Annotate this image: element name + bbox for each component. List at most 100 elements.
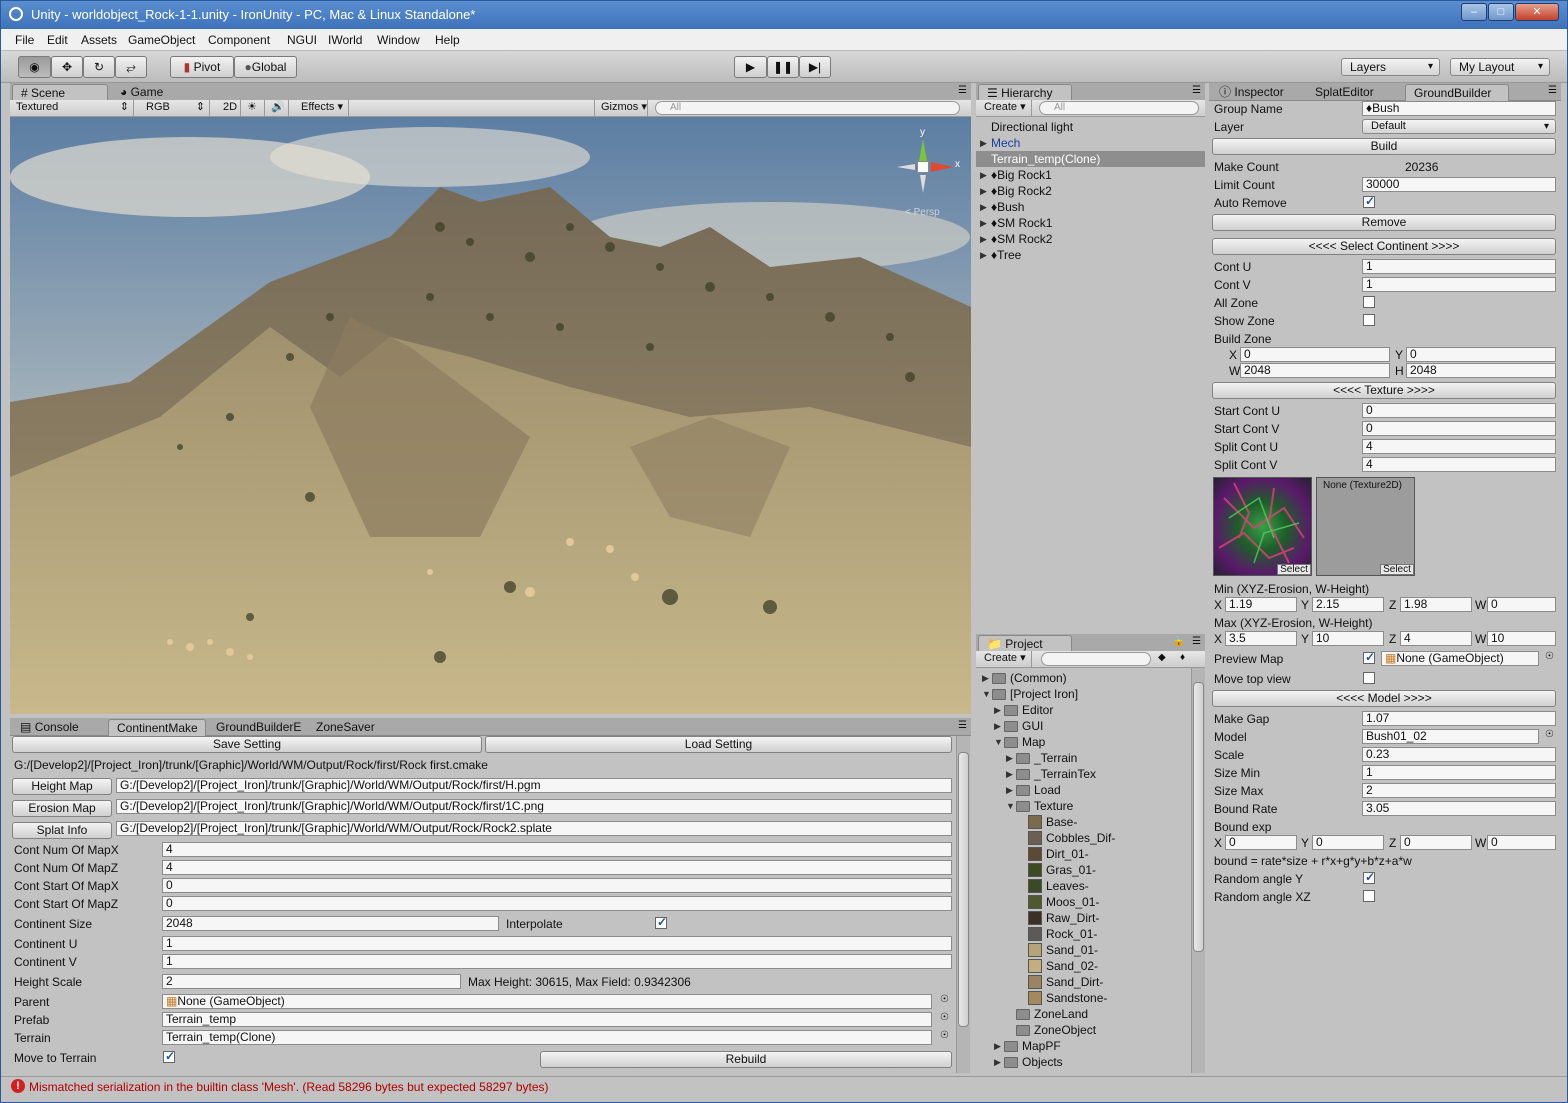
hierarchy-item[interactable]: ▶ ♦Tree (976, 247, 1205, 263)
auto-remove-checkbox[interactable] (1363, 194, 1375, 208)
project-item[interactable]: Raw_Dirt- (976, 910, 1191, 926)
menu-edit[interactable]: Edit (47, 33, 68, 47)
save-setting-button[interactable]: Save Setting (12, 736, 482, 753)
project-search-input[interactable] (1041, 652, 1151, 666)
interpolate-checkbox[interactable] (655, 915, 667, 929)
cont-start-x-field[interactable]: 0 (162, 878, 952, 893)
start-cont-v-field[interactable]: 0 (1362, 421, 1556, 436)
erosion-map-button[interactable]: Erosion Map (12, 800, 112, 817)
project-item[interactable]: ZoneObject (976, 1022, 1191, 1038)
rotate-tool-button[interactable]: ↻ (83, 56, 115, 78)
project-scroll-thumb[interactable] (1193, 682, 1204, 952)
expand-arrow-icon[interactable]: ▶ (982, 673, 989, 684)
layout-dropdown[interactable]: My Layout (1450, 58, 1550, 76)
filter-type-icon[interactable]: ◆ (1158, 652, 1166, 663)
continent-scroll-thumb[interactable] (958, 752, 969, 1027)
project-item[interactable]: ▶ GUI (976, 718, 1191, 734)
height-map-button[interactable]: Height Map (12, 778, 112, 795)
collapse-arrow-icon[interactable]: ▼ (1006, 801, 1015, 811)
make-gap-field[interactable]: 1.07 (1362, 711, 1556, 726)
project-item[interactable]: Rock_01- (976, 926, 1191, 942)
menu-assets[interactable]: Assets (81, 33, 117, 47)
expand-arrow-icon[interactable]: ▶ (994, 1041, 1001, 1052)
menu-help[interactable]: Help (435, 33, 460, 47)
hierarchy-search-input[interactable]: All (1039, 101, 1199, 115)
cont-start-z-field[interactable]: 0 (162, 896, 952, 911)
model-section-button[interactable]: <<<< Model >>>> (1212, 690, 1556, 707)
preview-map-field[interactable]: ▦None (GameObject) (1381, 651, 1539, 666)
hierarchy-item[interactable]: ▶ ♦Big Rock2 (976, 183, 1205, 199)
tab-splat-editor[interactable]: SplatEditor (1307, 84, 1399, 101)
move-top-view-checkbox[interactable] (1363, 672, 1375, 684)
scene-view[interactable]: y x < Persp (10, 117, 971, 714)
start-cont-u-field[interactable]: 0 (1362, 403, 1556, 418)
menu-gameobject[interactable]: GameObject (128, 33, 195, 47)
scale-tool-button[interactable]: ⥂ (115, 56, 147, 78)
min-y-field[interactable]: 2.15 (1312, 597, 1384, 612)
splat-texture-slot[interactable]: Select (1213, 477, 1312, 576)
expand-arrow-icon[interactable]: ▶ (980, 186, 987, 197)
load-setting-button[interactable]: Load Setting (485, 736, 952, 753)
hierarchy-item[interactable]: ▶ Mech (976, 135, 1205, 151)
tab-game[interactable]: ◕ Game (112, 84, 182, 101)
height-map-path-field[interactable]: G:/[Develop2]/[Project_Iron]/trunk/[Grap… (116, 778, 952, 793)
cont-v-field[interactable]: 1 (1362, 277, 1556, 292)
erosion-map-path-field[interactable]: G:/[Develop2]/[Project_Iron]/trunk/[Grap… (116, 799, 952, 814)
menu-iworld[interactable]: IWorld (328, 33, 362, 47)
gizmos-dropdown[interactable]: Gizmos ▾ (594, 100, 648, 116)
size-max-field[interactable]: 2 (1362, 783, 1556, 798)
project-item[interactable]: ▶ Load (976, 782, 1191, 798)
project-item[interactable]: Sand_01- (976, 942, 1191, 958)
continent-u-field[interactable]: 1 (162, 936, 952, 951)
hierarchy-item[interactable]: ▶ ♦Bush (976, 199, 1205, 215)
texture-section-button[interactable]: <<<< Texture >>>> (1212, 382, 1556, 399)
expand-arrow-icon[interactable]: ▶ (994, 1057, 1001, 1068)
expand-arrow-icon[interactable]: ▶ (980, 202, 987, 213)
build-zone-y-field[interactable]: 0 (1406, 347, 1556, 362)
2d-toggle[interactable]: 2D (217, 100, 241, 116)
tab-ground-builder-e[interactable]: GroundBuilderE (208, 719, 306, 736)
project-item[interactable]: Sandstone- (976, 990, 1191, 1006)
expand-arrow-icon[interactable]: ▶ (980, 218, 987, 229)
tab-console[interactable]: ▤ Console (12, 719, 106, 736)
project-item[interactable]: Gras_01- (976, 862, 1191, 878)
menu-window[interactable]: Window (377, 33, 420, 47)
audio-toggle[interactable]: 🔊 (265, 100, 289, 116)
bound-rate-field[interactable]: 3.05 (1362, 801, 1556, 816)
hierarchy-item[interactable]: Terrain_temp(Clone) (976, 151, 1205, 167)
random-angle-y-checkbox[interactable] (1363, 870, 1375, 884)
min-z-field[interactable]: 1.98 (1400, 597, 1472, 612)
minimize-button[interactable]: – (1461, 3, 1487, 21)
lock-icon[interactable]: 🔒 (1173, 636, 1185, 647)
hierarchy-item[interactable]: ▶ ♦SM Rock2 (976, 231, 1205, 247)
project-item[interactable]: Moos_01- (976, 894, 1191, 910)
project-item[interactable]: Leaves- (976, 878, 1191, 894)
object-picker-icon[interactable]: ☉ (940, 1030, 949, 1041)
limit-count-field[interactable]: 30000 (1362, 177, 1556, 192)
hierarchy-item[interactable]: Directional light (976, 119, 1205, 135)
hand-tool-button[interactable]: ◉ (18, 56, 51, 78)
scene-search-input[interactable]: All (655, 101, 960, 115)
menu-file[interactable]: File (15, 33, 34, 47)
texture2d-select-button[interactable]: Select (1380, 564, 1414, 575)
model-field[interactable]: Bush01_02 (1362, 729, 1539, 744)
group-name-field[interactable]: ♦Bush (1362, 101, 1556, 116)
project-item[interactable]: ▼ Map (976, 734, 1191, 750)
expand-arrow-icon[interactable]: ▶ (980, 138, 987, 149)
max-x-field[interactable]: 3.5 (1225, 631, 1297, 646)
continent-scrollbar[interactable] (956, 736, 970, 1073)
expand-arrow-icon[interactable]: ▶ (980, 170, 987, 181)
tab-ground-builder[interactable]: GroundBuilder (1405, 84, 1509, 101)
panel-menu-icon[interactable]: ☰ (958, 85, 967, 96)
project-item[interactable]: Sand_Dirt- (976, 974, 1191, 990)
global-toggle[interactable]: ●Global (234, 56, 297, 78)
expand-arrow-icon[interactable]: ▶ (1006, 785, 1013, 796)
show-zone-checkbox[interactable] (1363, 314, 1375, 326)
bound-exp-y-field[interactable]: 0 (1312, 835, 1384, 850)
menu-component[interactable]: Component (208, 33, 270, 47)
min-x-field[interactable]: 1.19 (1225, 597, 1297, 612)
collapse-arrow-icon[interactable]: ▼ (982, 689, 991, 699)
max-y-field[interactable]: 10 (1312, 631, 1384, 646)
filter-label-icon[interactable]: ♦ (1180, 652, 1185, 663)
bound-exp-x-field[interactable]: 0 (1225, 835, 1297, 850)
